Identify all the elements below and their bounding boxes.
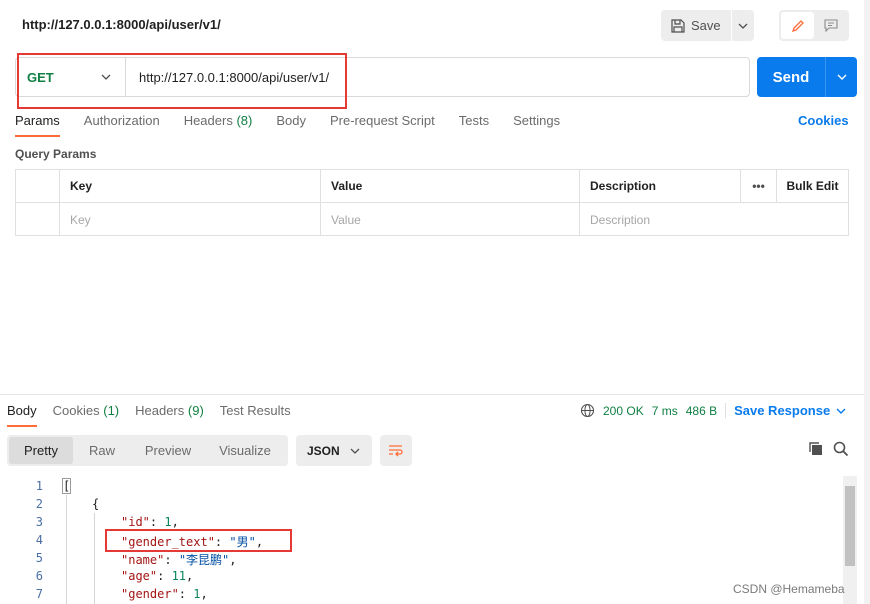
request-title: http://127.0.0.1:8000/api/user/v1/ — [22, 17, 221, 32]
format-select[interactable]: JSON — [296, 435, 372, 466]
code-line: "age": 11, — [121, 569, 194, 583]
code-token: [ — [61, 478, 72, 494]
tab-body[interactable]: Body — [276, 113, 306, 137]
tab-pre-request-script[interactable]: Pre-request Script — [330, 113, 435, 137]
more-options-button[interactable]: ••• — [741, 170, 777, 202]
save-button-group: Save — [661, 10, 754, 41]
code-line: "id": 1, — [121, 515, 179, 529]
view-tab-preview[interactable]: Preview — [131, 437, 205, 464]
code-scrollbar-thumb[interactable] — [845, 486, 855, 566]
response-divider[interactable] — [0, 394, 864, 395]
tab-params[interactable]: Params — [15, 113, 60, 137]
query-params-title: Query Params — [15, 147, 97, 161]
tab-authorization[interactable]: Authorization — [84, 113, 160, 137]
column-header-description: Description — [580, 170, 741, 202]
documentation-button[interactable] — [814, 12, 847, 39]
row-checkbox[interactable] — [16, 203, 60, 236]
tab-tests[interactable]: Tests — [459, 113, 489, 137]
pencil-icon — [791, 19, 804, 32]
response-tab-headers[interactable]: Headers (9) — [135, 403, 204, 427]
query-params-table: Key Value Description ••• Bulk Edit Key … — [15, 169, 849, 236]
save-response-button[interactable]: Save Response — [725, 403, 846, 418]
chevron-down-icon — [350, 448, 360, 454]
save-icon — [671, 18, 685, 33]
format-label: JSON — [307, 443, 340, 458]
send-dropdown[interactable] — [826, 74, 857, 80]
request-bar: GET http://127.0.0.1:8000/api/user/v1/ — [15, 57, 750, 97]
column-header-key: Key — [60, 170, 321, 202]
send-button[interactable]: Send — [757, 69, 825, 86]
description-input[interactable]: Description — [580, 203, 741, 236]
checkbox-column — [16, 170, 60, 202]
wrap-lines-button[interactable] — [380, 435, 412, 466]
chevron-down-icon — [101, 74, 111, 80]
chevron-down-icon — [738, 23, 748, 29]
view-tab-pretty[interactable]: Pretty — [9, 437, 73, 464]
view-tab-raw[interactable]: Raw — [73, 437, 131, 464]
url-input[interactable]: http://127.0.0.1:8000/api/user/v1/ — [126, 70, 329, 85]
tab-headers[interactable]: Headers (8) — [184, 113, 253, 137]
copy-icon[interactable] — [808, 441, 824, 457]
watermark: CSDN @Hemameba — [733, 582, 845, 596]
line-number: 4 — [35, 533, 43, 547]
mode-toggle — [779, 10, 849, 41]
edit-mode-button[interactable] — [781, 12, 814, 39]
response-size[interactable]: 486 B — [686, 404, 717, 418]
method-label: GET — [27, 69, 54, 85]
search-icon[interactable] — [833, 441, 849, 457]
window-scrollbar[interactable] — [864, 0, 870, 604]
line-number: 6 — [35, 569, 43, 583]
value-input[interactable]: Value — [321, 203, 580, 236]
chevron-down-icon — [837, 74, 846, 80]
line-number: 7 — [35, 587, 43, 601]
save-dropdown[interactable] — [732, 10, 754, 41]
response-tab-body[interactable]: Body — [7, 403, 37, 427]
save-button[interactable]: Save — [661, 10, 731, 41]
chevron-down-icon — [836, 408, 846, 414]
globe-icon[interactable] — [580, 403, 595, 418]
send-button-group: Send — [757, 57, 857, 97]
code-line: "name": "李昆鹏", — [121, 553, 237, 567]
column-header-value: Value — [321, 170, 580, 202]
response-tab-test-results[interactable]: Test Results — [220, 403, 291, 427]
response-tab-cookies[interactable]: Cookies (1) — [53, 403, 119, 427]
tab-settings[interactable]: Settings — [513, 113, 560, 137]
code-line: "gender_text": "男", — [121, 535, 264, 549]
save-label: Save — [691, 18, 721, 33]
wrap-lines-icon — [389, 444, 403, 456]
response-tabs: Body Cookies (1) Headers (9) Test Result… — [7, 403, 307, 427]
code-token: { — [92, 497, 100, 511]
line-number: 5 — [35, 551, 43, 565]
line-number: 2 — [35, 497, 43, 511]
table-header-row: Key Value Description ••• Bulk Edit — [16, 170, 848, 203]
body-view-tabs: Pretty Raw Preview Visualize — [7, 435, 288, 466]
line-number: 1 — [35, 479, 43, 493]
method-select[interactable]: GET — [16, 58, 126, 96]
bulk-edit-button[interactable]: Bulk Edit — [777, 170, 848, 202]
status-code[interactable]: 200 OK — [603, 404, 644, 418]
response-time[interactable]: 7 ms — [652, 404, 678, 418]
comment-icon — [823, 19, 838, 32]
code-line: "gender": 1, — [121, 587, 208, 601]
table-row: Key Value Description — [16, 203, 848, 236]
line-number: 3 — [35, 515, 43, 529]
cookies-link[interactable]: Cookies — [798, 113, 849, 128]
request-tabs: Params Authorization Headers (8) Body Pr… — [15, 113, 584, 137]
key-input[interactable]: Key — [60, 203, 321, 236]
response-status: 200 OK 7 ms 486 B Save Response — [580, 403, 846, 418]
view-tab-visualize[interactable]: Visualize — [205, 437, 285, 464]
